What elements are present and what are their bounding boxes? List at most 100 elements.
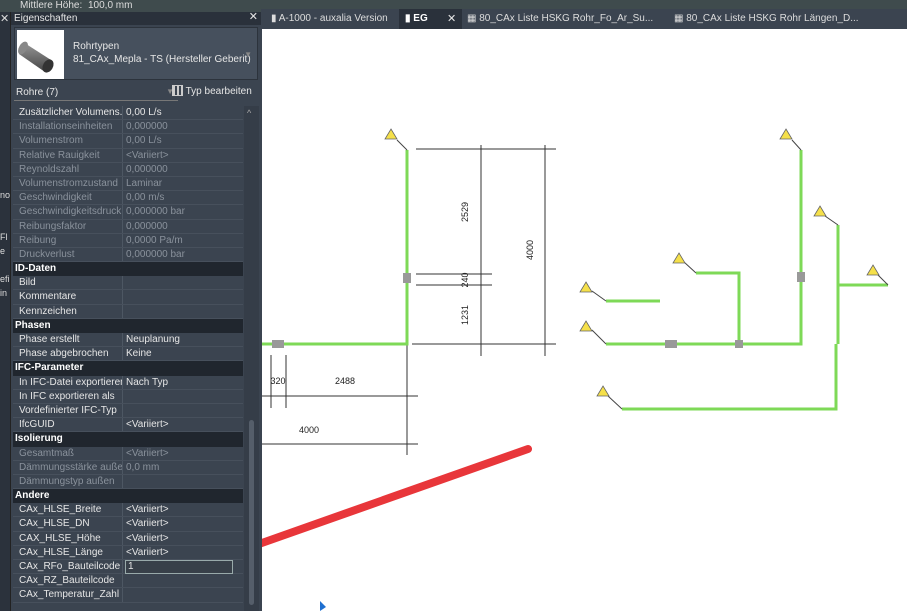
scroll-up-icon[interactable]: ^: [247, 108, 251, 118]
tab-a-1000[interactable]: ▮ A-1000 - auxalia Version: [265, 9, 394, 29]
property-grid: Zusätzlicher Volumens... 0,00 L/s Installa…: [13, 106, 252, 603]
dim-2529: 2529: [460, 202, 470, 222]
property-row[interactable]: Installationseinheiten 0,000000: [13, 120, 243, 135]
section-header[interactable]: ID-Daten⌃: [13, 262, 252, 277]
property-row[interactable]: Relative Rauigkeit <Variiert>: [13, 148, 243, 163]
dim-240: 240: [460, 272, 470, 287]
strip-text: no: [0, 190, 11, 200]
property-row[interactable]: CAX_HLSE_Höhe <Variiert>: [13, 531, 252, 546]
property-row[interactable]: Bild: [13, 276, 243, 291]
element-filter-dropdown[interactable]: Rohre (7) ▼: [14, 84, 178, 101]
panel-title: Eigenschaften: [14, 13, 78, 24]
property-row[interactable]: Geschwindigkeit 0,00 m/s: [13, 191, 243, 206]
property-row[interactable]: Reynoldszahl 0,000000: [13, 162, 243, 177]
property-row[interactable]: Dämmungsstärke außen 0,0 mm: [13, 460, 243, 475]
dimension-labels: 2529 240 1231 4000 320 2488 4000: [270, 202, 535, 435]
property-row[interactable]: Druckverlust 0,000000 bar: [13, 247, 243, 263]
property-row[interactable]: Volumenstrom 0,00 L/s: [13, 134, 243, 149]
property-row[interactable]: Dämmungstyp außen: [13, 474, 243, 490]
close-tab-icon[interactable]: ✕: [447, 12, 456, 25]
property-name: Relative Rauigkeit: [13, 148, 123, 162]
property-row[interactable]: Gesamtmaß <Variiert>: [13, 446, 243, 461]
property-row[interactable]: Reibungsfaktor 0,000000: [13, 219, 243, 234]
property-value[interactable]: <Variiert>: [123, 503, 243, 516]
section-header[interactable]: IFC-Parameter⌃: [13, 361, 252, 376]
property-name: Zusätzlicher Volumens...: [13, 106, 123, 120]
property-row[interactable]: Kommentare: [13, 290, 252, 305]
property-value[interactable]: 0,00 L/s: [123, 106, 243, 119]
property-name: CAx_HLSE_Breite: [13, 503, 123, 517]
tab-liste-rohr-fo[interactable]: ▦ 80_CAx Liste HSKG Rohr_Fo_Ar_Su...: [461, 9, 659, 29]
height-value[interactable]: 100,0 mm: [88, 0, 162, 12]
property-row[interactable]: CAx_RFo_Bauteilcode 1: [13, 560, 252, 575]
property-row[interactable]: CAx_Temperatur_Zahl: [13, 588, 252, 603]
property-value: 0,0 mm: [126, 461, 160, 473]
pipes[interactable]: [262, 150, 888, 411]
section-header[interactable]: Andere⌃: [13, 489, 252, 504]
property-value[interactable]: [123, 290, 243, 303]
property-value[interactable]: [123, 305, 243, 318]
section-header[interactable]: Phasen⌃: [13, 318, 252, 333]
property-row[interactable]: Kennzeichen: [13, 304, 243, 319]
properties-panel: Eigenschaften ✕ Rohrtypen 81_CAx_Mepla -…: [11, 9, 261, 611]
property-value[interactable]: [123, 404, 243, 417]
property-value[interactable]: <Variiert>: [123, 532, 243, 545]
property-value: <Variiert>: [126, 149, 169, 161]
property-value[interactable]: [123, 276, 243, 289]
scrollbar[interactable]: ^: [244, 106, 259, 611]
property-row[interactable]: In IFC-Datei exportieren Nach Typ: [13, 375, 243, 390]
property-row[interactable]: Phase abgebrochen Keine: [13, 347, 243, 362]
property-name: Phase abgebrochen: [13, 347, 123, 361]
property-value[interactable]: <Variiert>: [123, 418, 243, 431]
property-name: Installationseinheiten: [13, 120, 123, 134]
chevron-down-icon[interactable]: ▼: [244, 50, 252, 59]
tab-label: 80_CAx Liste HSKG Rohr_Fo_Ar_Su...: [479, 13, 654, 24]
property-name: Reibungsfaktor: [13, 219, 123, 233]
property-row[interactable]: Volumenstromzustand Laminar: [13, 176, 243, 192]
property-value[interactable]: <Variiert>: [123, 517, 243, 530]
property-row[interactable]: Geschwindigkeitsdruck 0,000000 bar: [13, 205, 243, 220]
property-value[interactable]: [123, 574, 243, 587]
close-icon[interactable]: ✕: [249, 12, 258, 23]
property-name: CAx_HLSE_Länge: [13, 545, 123, 559]
property-row[interactable]: Zusätzlicher Volumens... 0,00 L/s: [13, 106, 243, 121]
property-row[interactable]: IfcGUID <Variiert>: [13, 418, 243, 433]
property-value: 0,000000: [126, 220, 168, 232]
property-value[interactable]: Keine: [123, 347, 243, 360]
floorplan-icon: ▮: [405, 13, 411, 24]
floor-plan-drawing[interactable]: 2529 240 1231 4000 320 2488 4000: [262, 29, 907, 611]
tab-label: EG: [413, 13, 428, 24]
edit-type-button[interactable]: Typ bearbeiten: [172, 85, 252, 97]
property-row[interactable]: CAx_HLSE_Länge <Variiert>: [13, 545, 252, 560]
property-value[interactable]: [123, 390, 243, 403]
property-row[interactable]: CAx_HLSE_DN <Variiert>: [13, 517, 252, 532]
property-row[interactable]: Reibung 0,0000 Pa/m: [13, 233, 243, 248]
property-value-input[interactable]: 1: [125, 560, 233, 574]
property-row[interactable]: CAx_HLSE_Breite <Variiert>: [13, 503, 252, 518]
property-value[interactable]: <Variiert>: [123, 546, 243, 559]
close-icon[interactable]: ✕: [0, 12, 9, 25]
property-name: IfcGUID: [13, 418, 123, 432]
dimension-lines: [262, 145, 556, 455]
property-name: Reynoldszahl: [13, 162, 123, 176]
property-value[interactable]: [123, 588, 243, 601]
type-selector[interactable]: Rohrtypen 81_CAx_Mepla - TS (Hersteller …: [14, 27, 258, 80]
left-panel-strip: ✕ no Fl e efi in: [0, 9, 11, 611]
warning-icons[interactable]: [384, 128, 880, 397]
property-row[interactable]: CAx_RZ_Bauteilcode: [13, 574, 252, 589]
section-header[interactable]: Isolierung⌃: [13, 432, 252, 447]
property-value[interactable]: Nach Typ: [123, 376, 243, 389]
tab-label: 80_CAx Liste HSKG Rohr Längen_D...: [686, 13, 859, 24]
property-row[interactable]: Vordefinierter IFC-Typ: [13, 403, 243, 419]
section-title: Isolierung: [15, 433, 63, 445]
property-row[interactable]: In IFC exportieren als: [13, 389, 243, 404]
drawing-canvas[interactable]: 2529 240 1231 4000 320 2488 4000: [262, 29, 907, 611]
scroll-thumb[interactable]: [249, 420, 254, 605]
dim-4000-horizontal: 4000: [299, 425, 319, 435]
property-value[interactable]: Neuplanung: [123, 333, 243, 346]
tab-liste-rohr-laengen[interactable]: ▦ 80_CAx Liste HSKG Rohr Längen_D...: [668, 9, 865, 29]
property-name: Gesamtmaß: [13, 446, 123, 460]
type-category: Rohrtypen: [73, 41, 120, 52]
property-row[interactable]: Phase erstellt Neuplanung: [13, 333, 243, 348]
dim-4000-vertical: 4000: [525, 240, 535, 260]
